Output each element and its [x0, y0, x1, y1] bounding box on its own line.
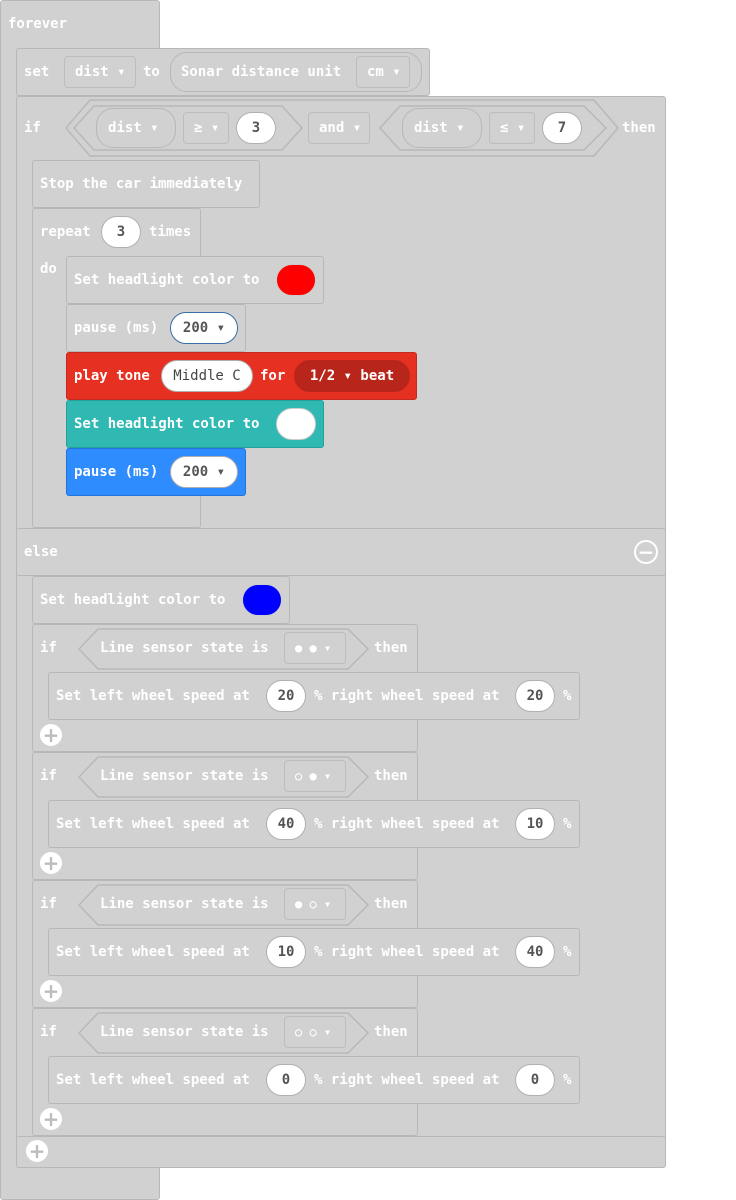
set-keyword: set: [24, 64, 50, 80]
else-keyword: else: [24, 544, 58, 560]
left-wheel-label: Set left wheel speed at: [56, 816, 250, 832]
and-dropdown[interactable]: and ▾: [308, 112, 370, 144]
beat-dropdown[interactable]: 1/2 ▾ beat: [294, 360, 410, 392]
right-speed-input[interactable]: 0: [515, 1064, 555, 1096]
line-state-dropdown[interactable]: ○ ● ▾: [284, 760, 346, 792]
left-wheel-label: Set left wheel speed at: [56, 1072, 250, 1088]
headlight-color-label: Set headlight color to: [40, 592, 226, 608]
left-speed-input[interactable]: 20: [266, 680, 306, 712]
left-speed-input[interactable]: 0: [266, 1064, 306, 1096]
if-keyword: if: [40, 640, 57, 656]
then-keyword: then: [374, 768, 408, 784]
add-else-icon[interactable]: +: [40, 1108, 62, 1130]
line-state-dropdown[interactable]: ● ● ▾: [284, 632, 346, 664]
line-state-dropdown[interactable]: ○ ○ ▾: [284, 1016, 346, 1048]
if-else-footer: [16, 1136, 666, 1168]
line-sensor-label: Line sensor state is: [100, 1024, 269, 1040]
left-speed-input[interactable]: 40: [266, 808, 306, 840]
if-keyword: if: [40, 896, 57, 912]
right-value-input[interactable]: 7: [542, 112, 582, 144]
if-keyword: if: [40, 1024, 57, 1040]
sonar-distance-label: Sonar distance unit: [181, 64, 342, 80]
percent-sign: %: [563, 944, 572, 960]
line-sensor-label: Line sensor state is: [100, 768, 269, 784]
if-keyword: if: [40, 768, 57, 784]
headlight-color-label: Set headlight color to: [74, 272, 260, 288]
right-dist-label[interactable]: dist ▾: [414, 120, 465, 136]
to-keyword: to: [143, 64, 160, 80]
pause-label: pause (ms): [74, 464, 159, 480]
pause-label: pause (ms): [74, 320, 159, 336]
add-else-icon[interactable]: +: [40, 724, 62, 746]
headlight-color-label: Set headlight color to: [74, 416, 260, 432]
for-keyword: for: [260, 368, 286, 384]
percent-sign: %: [563, 1072, 572, 1088]
pause-duration-dropdown[interactable]: 200 ▾: [170, 456, 238, 488]
add-else-if-icon[interactable]: +: [26, 1140, 48, 1162]
right-wheel-label: % right wheel speed at: [314, 1072, 500, 1088]
line-sensor-label: Line sensor state is: [100, 640, 269, 656]
color-swatch-white[interactable]: [276, 408, 316, 440]
right-speed-input[interactable]: 10: [515, 808, 555, 840]
color-swatch-blue[interactable]: [242, 584, 282, 616]
unit-dropdown[interactable]: cm ▾: [356, 56, 410, 88]
right-wheel-label: % right wheel speed at: [314, 688, 500, 704]
then-keyword: then: [622, 120, 656, 136]
variable-dropdown[interactable]: dist ▾: [64, 56, 136, 88]
left-dist-label[interactable]: dist ▾: [108, 120, 159, 136]
left-value-input[interactable]: 3: [236, 112, 276, 144]
repeat-count-input[interactable]: 3: [101, 216, 141, 248]
left-wheel-label: Set left wheel speed at: [56, 944, 250, 960]
remove-else-icon[interactable]: −: [634, 540, 658, 564]
do-keyword: do: [40, 261, 57, 277]
add-else-icon[interactable]: +: [40, 980, 62, 1002]
then-keyword: then: [374, 1024, 408, 1040]
left-wheel-label: Set left wheel speed at: [56, 688, 250, 704]
forever-label: forever: [8, 16, 68, 32]
percent-sign: %: [563, 688, 572, 704]
then-keyword: then: [374, 640, 408, 656]
right-wheel-label: % right wheel speed at: [314, 944, 500, 960]
percent-sign: %: [563, 816, 572, 832]
else-bar: [16, 528, 666, 576]
line-sensor-label: Line sensor state is: [100, 896, 269, 912]
right-speed-input[interactable]: 20: [515, 680, 555, 712]
color-swatch-red[interactable]: [276, 264, 316, 296]
repeat-keyword: repeat: [40, 224, 91, 240]
then-keyword: then: [374, 896, 408, 912]
right-wheel-label: % right wheel speed at: [314, 816, 500, 832]
if-keyword: if: [24, 120, 41, 136]
right-speed-input[interactable]: 40: [515, 936, 555, 968]
add-else-icon[interactable]: +: [40, 852, 62, 874]
play-tone-label: play tone: [74, 368, 150, 384]
note-input[interactable]: Middle C: [161, 360, 253, 392]
stop-car-label: Stop the car immediately: [40, 176, 243, 192]
line-state-dropdown[interactable]: ● ○ ▾: [284, 888, 346, 920]
left-speed-input[interactable]: 10: [266, 936, 306, 968]
times-keyword: times: [149, 224, 192, 240]
pause-duration-dropdown[interactable]: 200 ▾: [170, 312, 238, 344]
right-operator-dropdown[interactable]: ≤ ▾: [489, 112, 535, 144]
left-operator-dropdown[interactable]: ≥ ▾: [183, 112, 229, 144]
